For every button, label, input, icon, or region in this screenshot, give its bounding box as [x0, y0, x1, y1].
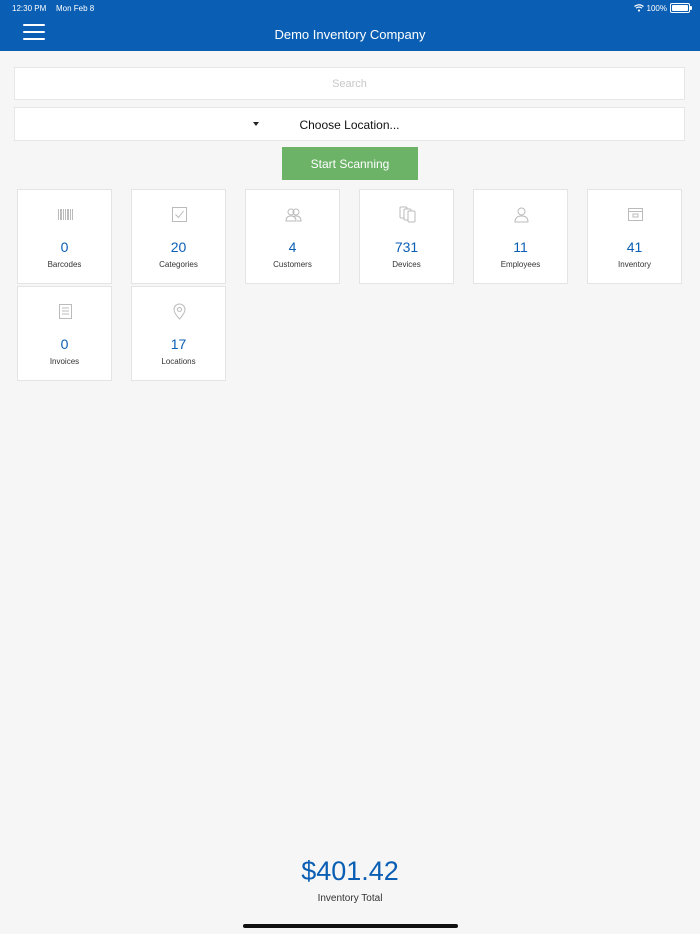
page-title: Demo Inventory Company	[274, 27, 426, 42]
wifi-icon	[633, 4, 644, 12]
tile-value: 4	[288, 239, 297, 255]
tile-inventory[interactable]: 41 Inventory	[587, 189, 682, 284]
tile-locations[interactable]: 17 Locations	[131, 286, 226, 381]
status-bar: 12:30 PM Mon Feb 8 100%	[0, 0, 700, 16]
invoice-icon	[57, 303, 74, 320]
tile-value: 0	[60, 239, 69, 255]
search-input[interactable]	[15, 67, 684, 100]
tile-label: Inventory	[618, 260, 651, 269]
devices-icon	[399, 206, 416, 223]
inventory-total-amount: $401.42	[301, 856, 399, 886]
location-selected-label: Choose Location...	[299, 118, 400, 132]
tile-value: 11	[513, 239, 528, 255]
tile-label: Barcodes	[47, 260, 82, 269]
tile-invoices[interactable]: 0 Invoices	[17, 286, 112, 381]
start-scanning-button[interactable]: Start Scanning	[282, 147, 418, 180]
tile-label: Customers	[273, 260, 312, 269]
tile-value: 0	[60, 336, 69, 352]
location-dropdown[interactable]: Choose Location...	[14, 107, 685, 141]
box-icon	[627, 206, 644, 223]
status-indicators: 100%	[633, 3, 692, 13]
status-date: Mon Feb 8	[56, 4, 95, 13]
tile-value: 41	[626, 239, 643, 255]
barcode-icon	[57, 206, 74, 223]
battery-percent: 100%	[646, 3, 667, 13]
person-icon	[513, 206, 530, 223]
battery-icon	[670, 3, 692, 13]
checkbox-icon	[171, 206, 188, 223]
tile-devices[interactable]: 731 Devices	[359, 189, 454, 284]
home-indicator[interactable]	[243, 924, 458, 928]
tile-label: Devices	[392, 260, 421, 269]
map-pin-icon	[171, 303, 188, 320]
tile-employees[interactable]: 11 Employees	[473, 189, 568, 284]
tile-label: Locations	[161, 357, 196, 366]
tile-label: Invoices	[49, 357, 80, 366]
customers-icon	[285, 206, 302, 223]
status-time: 12:30 PM	[12, 4, 47, 13]
tile-value: 20	[170, 239, 187, 255]
search-field[interactable]	[14, 67, 685, 100]
tile-categories[interactable]: 20 Categories	[131, 189, 226, 284]
tile-label: Employees	[500, 260, 541, 269]
tile-customers[interactable]: 4 Customers	[245, 189, 340, 284]
tile-label: Categories	[159, 260, 198, 269]
inventory-total-label: Inventory Total	[317, 893, 383, 904]
tile-barcodes[interactable]: 0 Barcodes	[17, 189, 112, 284]
app-header: 12:30 PM Mon Feb 8 100% Demo Inventory C…	[0, 0, 700, 51]
tile-value: 17	[170, 336, 187, 352]
tile-value: 731	[394, 239, 419, 255]
